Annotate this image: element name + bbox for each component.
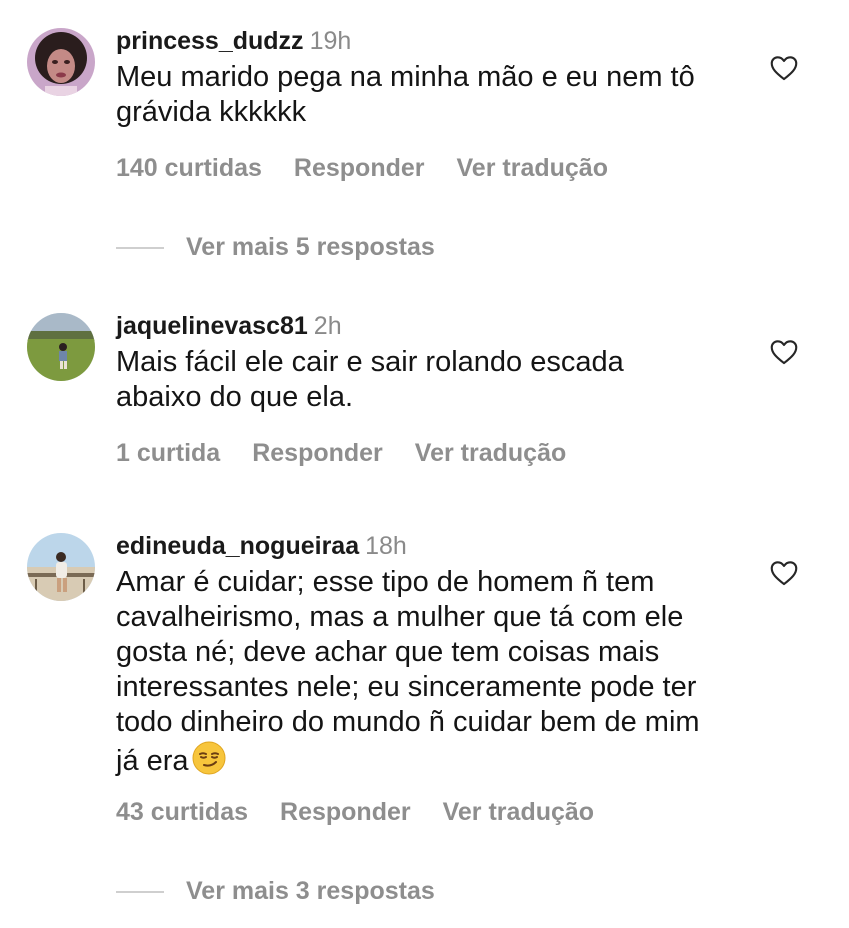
username[interactable]: princess_dudzz	[116, 27, 304, 55]
avatar[interactable]	[27, 313, 95, 381]
heart-outline-icon	[770, 340, 798, 365]
smirking-face-emoji	[192, 741, 226, 775]
username[interactable]: jaquelinevasc81	[116, 312, 308, 340]
like-button[interactable]	[770, 55, 798, 81]
likes-count[interactable]: 43 curtidas	[116, 798, 248, 826]
timestamp: 18h	[365, 532, 407, 560]
translate-button[interactable]: Ver tradução	[457, 154, 608, 182]
likes-count[interactable]: 1 curtida	[116, 439, 220, 467]
view-more-replies[interactable]: Ver mais 3 respostas	[116, 876, 435, 906]
divider-line	[116, 891, 164, 894]
comment-actions: 1 curtida Responder Ver tradução	[116, 438, 598, 468]
avatar-image	[27, 533, 95, 601]
reply-button[interactable]: Responder	[280, 798, 411, 826]
like-button[interactable]	[770, 560, 798, 586]
avatar-image	[27, 313, 95, 381]
translate-button[interactable]: Ver tradução	[443, 798, 594, 826]
comment-header: princess_dudzz 19h	[116, 26, 736, 56]
comment-header: edineuda_nogueiraa 18h	[116, 531, 736, 561]
comment-actions: 140 curtidas Responder Ver tradução	[116, 153, 640, 183]
like-button[interactable]	[770, 339, 798, 365]
heart-outline-icon	[770, 561, 798, 586]
comment-header: jaquelinevasc81 2h	[116, 311, 736, 341]
timestamp: 19h	[309, 27, 352, 55]
timestamp: 2h	[313, 312, 342, 340]
avatar-image	[27, 28, 95, 96]
comment-actions: 43 curtidas Responder Ver tradução	[116, 797, 626, 827]
view-more-replies-label: Ver mais 3 respostas	[186, 877, 435, 905]
heart-outline-icon	[770, 56, 798, 81]
view-more-replies-label: Ver mais 5 respostas	[186, 233, 435, 261]
comment-text: Amar é cuidar; esse tipo de homem ñ tem …	[116, 565, 726, 779]
reply-button[interactable]: Responder	[252, 439, 383, 467]
likes-count[interactable]: 140 curtidas	[116, 154, 262, 182]
translate-button[interactable]: Ver tradução	[415, 439, 566, 467]
view-more-replies[interactable]: Ver mais 5 respostas	[116, 232, 435, 262]
avatar[interactable]	[27, 28, 95, 96]
username[interactable]: edineuda_nogueiraa	[116, 532, 359, 560]
divider-line	[116, 247, 164, 250]
comment-text: Mais fácil ele cair e sair rolando escad…	[116, 346, 624, 413]
avatar[interactable]	[27, 533, 95, 601]
reply-button[interactable]: Responder	[294, 154, 425, 182]
comment-text: Meu marido pega na minha mão e eu nem tô…	[116, 61, 695, 128]
